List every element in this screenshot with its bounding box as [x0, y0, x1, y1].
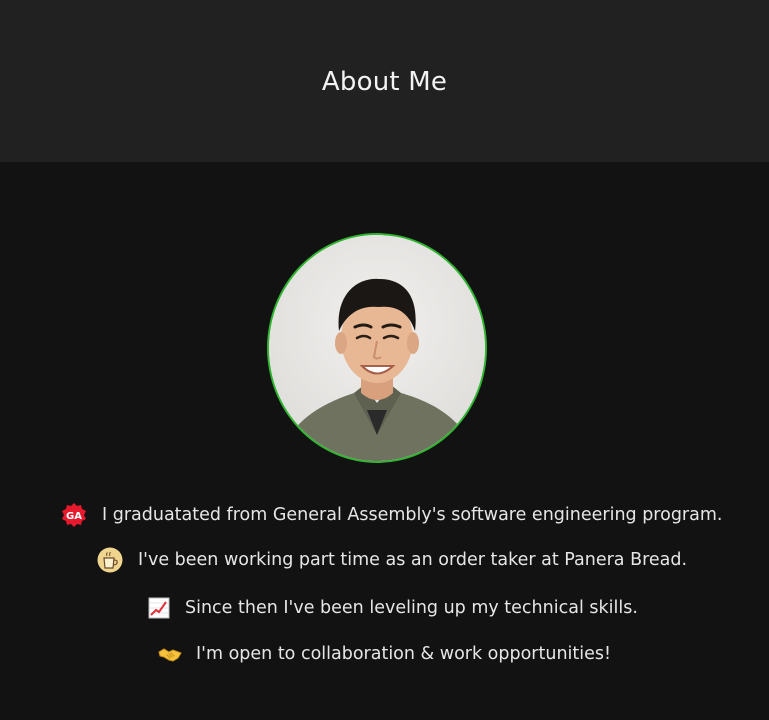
about-item-skills: Since then I've been leveling up my tech… — [147, 595, 638, 621]
coffee-cup-icon — [97, 547, 123, 573]
about-item-panera: I've been working part time as an order … — [97, 547, 687, 573]
about-item-text: Since then I've been leveling up my tech… — [185, 598, 638, 618]
about-section: GA I graduatated from General Assembly's… — [0, 162, 769, 720]
about-item-text: I've been working part time as an order … — [138, 550, 688, 570]
svg-text:GA: GA — [66, 511, 82, 522]
chart-increasing-icon — [147, 595, 171, 621]
about-item-text: I'm open to collaboration & work opportu… — [196, 644, 612, 664]
handshake-icon — [158, 641, 182, 667]
general-assembly-logo-icon: GA — [61, 502, 87, 528]
about-item-text: I graduatated from General Assembly's so… — [102, 505, 723, 525]
page-title: About Me — [321, 67, 448, 97]
about-item-collaboration: I'm open to collaboration & work opportu… — [158, 641, 611, 667]
profile-photo — [269, 235, 485, 461]
page-header: About Me — [0, 0, 769, 162]
about-item-graduated: GA I graduatated from General Assembly's… — [61, 502, 722, 528]
avatar — [267, 233, 487, 463]
